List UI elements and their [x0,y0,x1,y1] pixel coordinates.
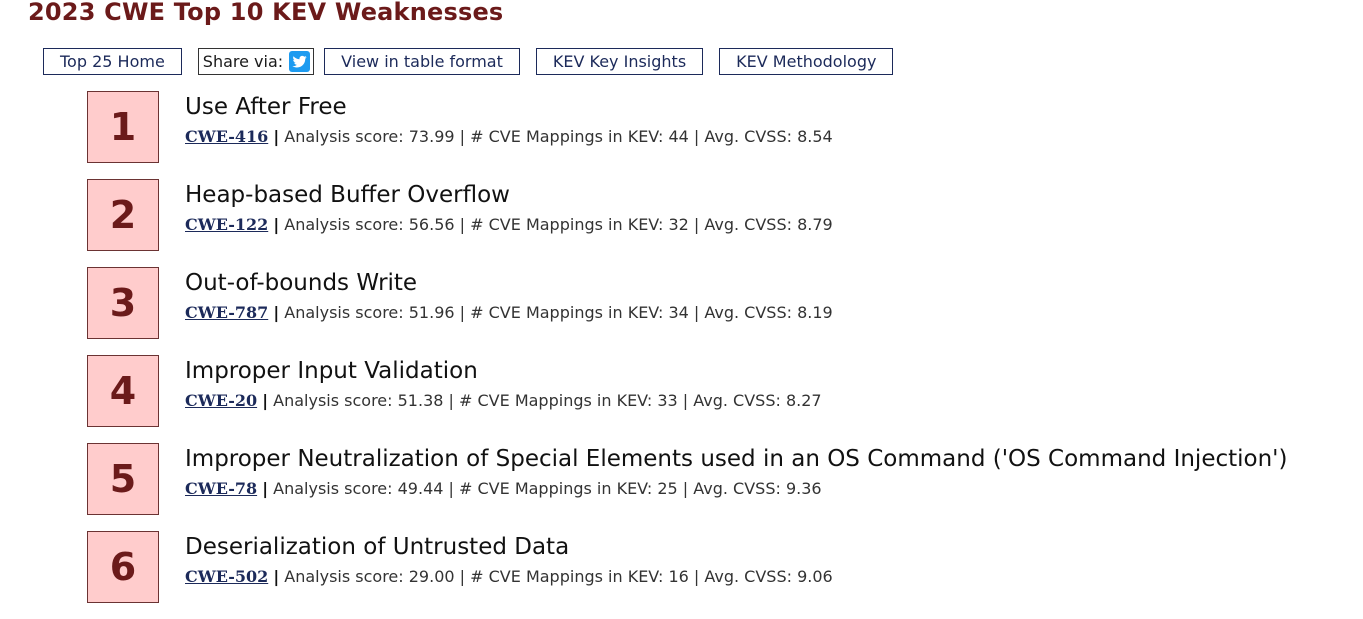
list-item: 1 Use After Free CWE-416 | Analysis scor… [87,91,1357,179]
cvss-value: 8.27 [785,391,822,410]
analysis-label: Analysis score: [284,215,404,234]
separator: | [262,479,269,498]
mappings-label: # CVE Mappings in KEV: [459,479,653,498]
cvss-value: 8.19 [797,303,833,322]
separator: | [459,127,466,146]
top25-home-button[interactable]: Top 25 Home [43,48,182,75]
list-item: 5 Improper Neutralization of Special Ele… [87,443,1357,531]
separator: | [693,567,700,586]
share-button[interactable]: Share via: [197,48,315,75]
cvss-label: Avg. CVSS: [704,303,792,322]
separator: | [682,479,689,498]
separator: | [693,127,700,146]
weakness-meta: CWE-502 | Analysis score: 29.00 | # CVE … [185,567,833,586]
analysis-score: 29.00 [408,567,455,586]
rank-badge: 3 [87,267,159,339]
cvss-value: 9.36 [785,479,822,498]
toolbar: Top 25 Home Share via: View in table for… [43,48,894,75]
separator: | [273,303,280,322]
separator: | [693,303,700,322]
analysis-score: 49.44 [397,479,444,498]
cvss-value: 8.54 [797,127,833,146]
cvss-label: Avg. CVSS: [704,127,792,146]
weakness-title: Use After Free [185,94,347,120]
cvss-value: 9.06 [797,567,833,586]
separator: | [262,391,269,410]
weakness-title: Deserialization of Untrusted Data [185,534,570,560]
weakness-meta: CWE-20 | Analysis score: 51.38 | # CVE M… [185,391,822,410]
list-item: 2 Heap-based Buffer Overflow CWE-122 | A… [87,179,1357,267]
weakness-title: Out-of-bounds Write [185,270,418,296]
weakness-title: Improper Input Validation [185,358,478,384]
rank-badge: 4 [87,355,159,427]
cvss-label: Avg. CVSS: [704,215,792,234]
analysis-label: Analysis score: [284,303,404,322]
kev-insights-button[interactable]: KEV Key Insights [535,48,704,75]
rank-badge: 5 [87,443,159,515]
twitter-icon[interactable] [289,51,311,72]
cwe-link[interactable]: CWE-78 [185,479,257,498]
list-item: 6 Deserialization of Untrusted Data CWE-… [87,531,1357,619]
rank-badge: 1 [87,91,159,163]
mappings-count: 25 [657,479,678,498]
mappings-label: # CVE Mappings in KEV: [470,127,664,146]
separator: | [682,391,689,410]
separator: | [459,567,466,586]
separator: | [693,215,700,234]
separator: | [448,391,454,410]
analysis-label: Analysis score: [284,567,404,586]
separator: | [448,479,454,498]
mappings-label: # CVE Mappings in KEV: [470,303,664,322]
analysis-score: 56.56 [408,215,455,234]
mappings-count: 34 [668,303,689,322]
cwe-link[interactable]: CWE-416 [185,127,268,146]
mappings-count: 32 [668,215,689,234]
list-item: 3 Out-of-bounds Write CWE-787 | Analysis… [87,267,1357,355]
mappings-label: # CVE Mappings in KEV: [470,215,664,234]
weakness-title: Heap-based Buffer Overflow [185,182,510,208]
kev-methodology-button[interactable]: KEV Methodology [719,48,894,75]
cwe-link[interactable]: CWE-787 [185,303,268,322]
weakness-meta: CWE-416 | Analysis score: 73.99 | # CVE … [185,127,833,146]
list-item: 4 Improper Input Validation CWE-20 | Ana… [87,355,1357,443]
mappings-count: 33 [657,391,678,410]
analysis-label: Analysis score: [284,127,404,146]
separator: | [459,303,466,322]
view-table-button[interactable]: View in table format [324,48,520,75]
analysis-score: 51.38 [397,391,444,410]
separator: | [273,567,280,586]
weakness-title: Improper Neutralization of Special Eleme… [185,446,1288,472]
cwe-link[interactable]: CWE-20 [185,391,257,410]
rank-badge: 2 [87,179,159,251]
analysis-score: 73.99 [408,127,455,146]
analysis-label: Analysis score: [273,479,393,498]
cvss-label: Avg. CVSS: [704,567,792,586]
rank-badge: 6 [87,531,159,603]
mappings-count: 16 [668,567,689,586]
mappings-count: 44 [668,127,689,146]
separator: | [273,215,280,234]
cvss-value: 8.79 [797,215,833,234]
mappings-label: # CVE Mappings in KEV: [459,391,653,410]
mappings-label: # CVE Mappings in KEV: [470,567,664,586]
separator: | [273,127,280,146]
cwe-link[interactable]: CWE-502 [185,567,268,586]
cvss-label: Avg. CVSS: [693,479,781,498]
analysis-label: Analysis score: [273,391,393,410]
analysis-score: 51.96 [408,303,455,322]
page-title: 2023 CWE Top 10 KEV Weaknesses [28,0,504,26]
cwe-link[interactable]: CWE-122 [185,215,268,234]
cvss-label: Avg. CVSS: [693,391,781,410]
weakness-meta: CWE-787 | Analysis score: 51.96 | # CVE … [185,303,833,322]
twitter-bird-glyph [292,55,307,68]
share-label: Share via: [202,52,284,71]
weakness-meta: CWE-122 | Analysis score: 56.56 | # CVE … [185,215,833,234]
separator: | [459,215,466,234]
weakness-list: 1 Use After Free CWE-416 | Analysis scor… [87,91,1357,619]
weakness-meta: CWE-78 | Analysis score: 49.44 | # CVE M… [185,479,822,498]
